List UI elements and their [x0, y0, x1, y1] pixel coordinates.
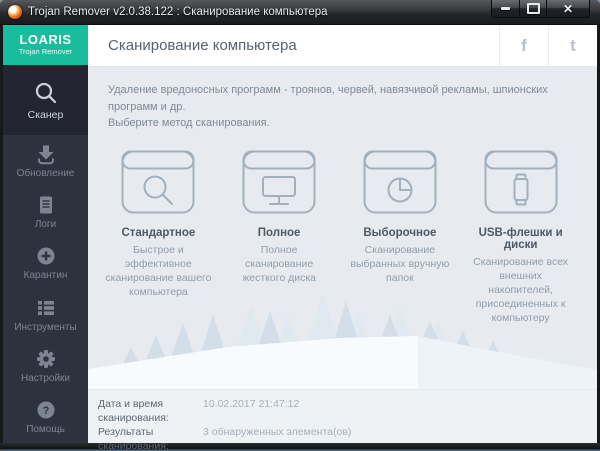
title-bar[interactable]: Trojan Remover v2.0.38.122 : Сканировани…: [0, 0, 600, 25]
sidebar-item-logs[interactable]: Логи: [3, 186, 88, 237]
scan-mode-title: Полное: [257, 226, 301, 239]
scan-mode-usb[interactable]: USB-флешки и диски Сканирование всех вне…: [460, 150, 581, 326]
scan-mode-custom[interactable]: Выборочное Сканирование выбранных вручну…: [340, 150, 461, 326]
scan-mode-description: Сканирование выбранных вручную папок: [350, 243, 450, 284]
sidebar-item-label: Обновление: [16, 167, 75, 179]
download-icon: [37, 145, 54, 164]
close-button[interactable]: ✕: [547, 0, 590, 18]
summary-row-date: Дата и время сканирования: 10.02.2017 21…: [98, 397, 597, 425]
maximize-button[interactable]: [520, 0, 547, 18]
scan-mode-title: Стандартное: [121, 226, 196, 239]
monitor-icon: [242, 150, 316, 213]
twitter-button[interactable]: t: [548, 25, 597, 66]
minimize-button[interactable]: [491, 0, 520, 18]
quarantine-plus-icon: [37, 247, 54, 265]
summary-label: Дата и время сканирования:: [98, 398, 169, 424]
svg-text:?: ?: [42, 405, 49, 417]
sidebar-nav: Сканер Обновление Логи Карантин Инструме…: [3, 65, 88, 443]
page-header: Сканирование компьютера f t: [88, 25, 597, 67]
close-icon: ✕: [562, 1, 574, 16]
tools-list-icon: [37, 300, 54, 315]
scan-mode-description: Сканирование всех внешних накопителей, п…: [473, 255, 569, 325]
maximize-icon: [526, 3, 540, 14]
sidebar-item-label: Помощь: [26, 424, 65, 436]
search-icon: [35, 82, 56, 103]
sidebar: LOARIS Trojan Remover Сканер Обновление: [3, 25, 88, 443]
facebook-button[interactable]: f: [499, 25, 548, 66]
minimize-icon: [501, 7, 510, 10]
sidebar-item-update[interactable]: Обновление: [3, 135, 88, 186]
logo-subtitle: Trojan Remover: [18, 47, 73, 57]
summary-label: Результаты сканирования:: [98, 426, 169, 451]
magnifier-icon: [121, 150, 195, 213]
sidebar-item-label: Карантин: [23, 270, 68, 282]
scan-body: Удаление вредоносных программ - троянов,…: [88, 67, 597, 389]
sidebar-item-label: Логи: [34, 218, 57, 230]
sidebar-item-settings[interactable]: Настройки: [3, 340, 88, 391]
app-window: Trojan Remover v2.0.38.122 : Сканировани…: [0, 0, 600, 451]
scan-mode-title: Выборочное: [363, 226, 437, 239]
scan-description-line1: Удаление вредоносных программ - троянов,…: [108, 84, 548, 113]
sidebar-item-quarantine[interactable]: Карантин: [3, 238, 88, 289]
document-icon: [39, 196, 52, 214]
loaris-logo: LOARIS Trojan Remover: [3, 25, 88, 65]
scan-mode-standard[interactable]: Стандартное Быстрое и эффективное сканир…: [98, 150, 219, 326]
usb-drive-icon: [484, 150, 558, 213]
scan-mode-description: Быстрое и эффективное сканирование вашег…: [105, 243, 212, 299]
scan-summary: Дата и время сканирования: 10.02.2017 21…: [88, 389, 597, 451]
summary-value: 3 обнаруженных элемента(ов): [203, 426, 352, 438]
sidebar-item-label: Инструменты: [14, 321, 77, 333]
main-panel: Сканирование компьютера f t Удаление вре…: [88, 25, 597, 451]
scan-description: Удаление вредоносных программ - троянов,…: [88, 67, 597, 132]
scan-mode-description: Полное сканирование жесткого диска: [242, 243, 316, 284]
sidebar-item-tools[interactable]: Инструменты: [3, 289, 88, 340]
help-icon: ?: [37, 401, 54, 419]
facebook-icon: f: [521, 35, 527, 55]
twitter-icon: t: [570, 35, 576, 55]
window-controls: ✕: [491, 0, 590, 18]
scan-mode-title: USB-флешки и диски: [478, 226, 563, 251]
sidebar-item-label: Сканер: [27, 108, 64, 121]
page-title: Сканирование компьютера: [108, 37, 297, 54]
summary-value: 10.02.2017 21:47:12: [203, 398, 300, 410]
gear-icon: [36, 349, 55, 368]
sidebar-item-help[interactable]: ? Помощь: [3, 392, 88, 443]
scan-mode-cards: Стандартное Быстрое и эффективное сканир…: [88, 132, 597, 326]
scan-mode-full[interactable]: Полное Полное сканирование жесткого диск…: [219, 150, 340, 326]
sidebar-item-scanner[interactable]: Сканер: [3, 65, 88, 135]
scan-description-line2: Выберите метод сканирования.: [108, 117, 270, 129]
pie-chart-icon: [363, 150, 437, 213]
summary-row-results: Результаты сканирования: 3 обнаруженных …: [98, 425, 597, 451]
app-logo-icon: [8, 5, 22, 19]
sidebar-item-label: Настройки: [20, 372, 71, 384]
logo-brand: LOARIS: [19, 32, 72, 48]
